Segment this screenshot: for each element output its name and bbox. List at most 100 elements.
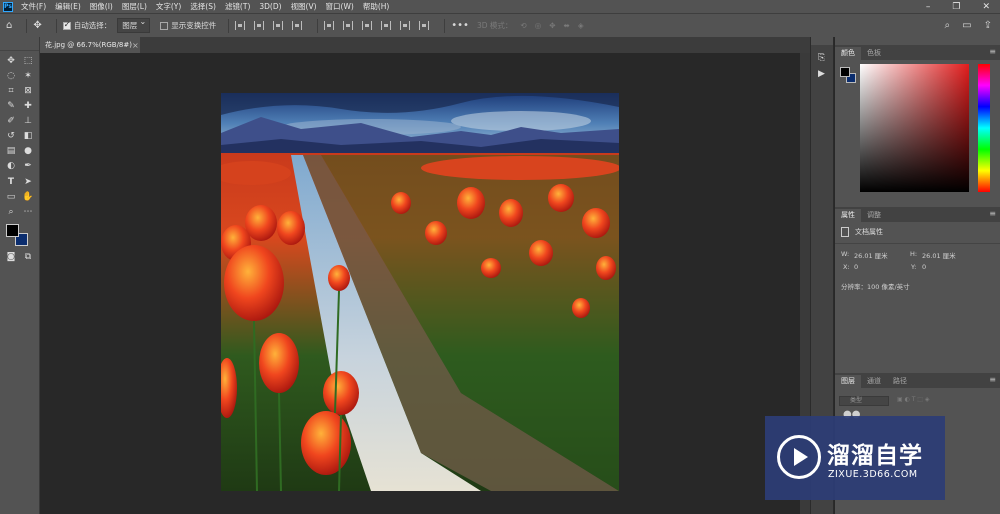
frame-tool-icon[interactable]: ⊠: [21, 85, 35, 98]
height-value[interactable]: 26.01 厘米: [922, 250, 956, 260]
maximize-button[interactable]: ❐: [952, 2, 960, 12]
y-value[interactable]: 0: [922, 263, 926, 271]
align-left-icon[interactable]: [235, 21, 246, 30]
divider: [835, 243, 1000, 244]
eraser-tool-icon[interactable]: ◧: [21, 130, 35, 143]
distribute-top-icon[interactable]: [381, 21, 392, 30]
tab-layers[interactable]: 图层: [835, 375, 861, 388]
align-center-icon[interactable]: [254, 21, 265, 30]
tulip-field-image[interactable]: [221, 93, 619, 491]
distribute-center-icon[interactable]: [343, 21, 354, 30]
panel-menu-icon[interactable]: ≡: [989, 375, 996, 384]
lasso-tool-icon[interactable]: ◌: [4, 70, 18, 83]
divider: [317, 18, 319, 33]
marquee-tool-icon[interactable]: ⬚: [21, 55, 35, 68]
layer-filter-icons[interactable]: ▣ ◐ T ⬚ ◈: [897, 396, 929, 403]
align-right-icon[interactable]: [273, 21, 284, 30]
brush-tool-icon[interactable]: ✐: [4, 115, 18, 128]
distant-tulip-row: [421, 156, 619, 180]
path-selection-tool-icon[interactable]: ➤: [21, 176, 35, 189]
canvas-area[interactable]: [40, 53, 810, 514]
panel-menu-icon[interactable]: ≡: [989, 209, 996, 218]
toolbar-grip[interactable]: [0, 37, 39, 51]
screen-mode-icon[interactable]: ⧉: [21, 251, 35, 264]
auto-select-checkbox[interactable]: [62, 20, 71, 30]
close-window-button[interactable]: ✕: [982, 2, 990, 12]
move-tool-icon[interactable]: ✥: [4, 55, 18, 68]
menu-3d[interactable]: 3D(D): [259, 2, 281, 11]
magic-wand-tool-icon[interactable]: ✶: [21, 70, 35, 83]
menu-filter[interactable]: 滤镜(T): [225, 1, 250, 12]
play-logo-icon: [777, 435, 821, 479]
menu-image[interactable]: 图像(I): [90, 1, 113, 12]
history-brush-tool-icon[interactable]: ↺: [4, 130, 18, 143]
color-picker-field[interactable]: [860, 64, 969, 192]
menu-type[interactable]: 文字(Y): [156, 1, 181, 12]
menu-file[interactable]: 文件(F): [21, 1, 46, 12]
menu-window[interactable]: 窗口(W): [326, 1, 354, 12]
type-tool-icon[interactable]: T: [4, 176, 18, 189]
photoshop-logo-icon: Ps: [3, 1, 13, 12]
zoom-tool-icon[interactable]: ⌕: [4, 206, 18, 219]
distribute-middle-icon[interactable]: [400, 21, 411, 30]
gradient-tool-icon[interactable]: ▤: [4, 145, 18, 158]
share-icon[interactable]: ⇪: [984, 20, 992, 31]
tab-channels[interactable]: 通道: [861, 375, 887, 388]
y-label: Y:: [911, 263, 917, 271]
crop-tool-icon[interactable]: ⌗: [4, 85, 18, 98]
menu-layer[interactable]: 图层(L): [122, 1, 147, 12]
rectangle-tool-icon[interactable]: ▭: [4, 191, 18, 204]
home-icon[interactable]: ⌂: [6, 20, 12, 31]
healing-brush-tool-icon[interactable]: ✚: [21, 100, 35, 113]
tulip: [323, 371, 359, 415]
tab-color[interactable]: 颜色: [835, 47, 861, 60]
menu-bar: Ps 文件(F) 编辑(E) 图像(I) 图层(L) 文字(Y) 选择(S) 滤…: [0, 0, 1000, 13]
hue-slider[interactable]: [978, 64, 990, 192]
minimize-button[interactable]: –: [926, 2, 931, 12]
strip-grip[interactable]: [811, 37, 833, 45]
tab-paths[interactable]: 路径: [887, 375, 913, 388]
distribute-right-icon[interactable]: [362, 21, 373, 30]
x-value[interactable]: 0: [854, 263, 858, 271]
more-tools-icon[interactable]: ⋯: [21, 206, 35, 219]
document-tab[interactable]: 花.jpg @ 66.7%(RGB/8#) ×: [40, 37, 140, 53]
distribute-left-icon[interactable]: [324, 21, 335, 30]
width-value[interactable]: 26.01 厘米: [854, 250, 888, 260]
workspace-icon[interactable]: ▭: [962, 20, 971, 31]
tab-properties[interactable]: 属性: [835, 209, 861, 222]
tab-adjustments[interactable]: 调整: [861, 209, 887, 222]
watermark-title: 溜溜自学: [827, 443, 923, 469]
clone-stamp-tool-icon[interactable]: ⊥: [21, 115, 35, 128]
tab-swatches[interactable]: 色板: [861, 47, 887, 60]
divider: [26, 18, 28, 33]
menu-help[interactable]: 帮助(H): [363, 1, 390, 12]
color-foreground-swatch[interactable]: [840, 67, 850, 77]
layer-filter-search[interactable]: 类型: [839, 396, 889, 406]
history-panel-icon[interactable]: ⎘: [818, 53, 825, 63]
foreground-color-swatch[interactable]: [6, 224, 19, 237]
actions-play-icon[interactable]: ▶: [818, 69, 825, 79]
dodge-tool-icon[interactable]: ◐: [4, 160, 18, 173]
menu-edit[interactable]: 编辑(E): [55, 1, 81, 12]
auto-select-dropdown[interactable]: 图层: [117, 17, 151, 33]
menu-select[interactable]: 选择(S): [190, 1, 216, 12]
panel-menu-icon[interactable]: ≡: [989, 47, 996, 56]
options-bar-right: ⌕ ▭ ⇪: [945, 20, 992, 31]
height-label: H:: [910, 250, 918, 258]
close-tab-icon[interactable]: ×: [132, 41, 139, 50]
menu-view[interactable]: 视图(V): [291, 1, 317, 12]
search-icon[interactable]: ⌕: [945, 20, 951, 31]
tulip-field-artwork: [221, 93, 619, 491]
eyedropper-tool-icon[interactable]: ✎: [4, 100, 18, 113]
show-transform-checkbox[interactable]: [160, 21, 169, 30]
tulip: [596, 256, 616, 280]
pen-tool-icon[interactable]: ✒: [21, 160, 35, 173]
blur-tool-icon[interactable]: ●: [21, 145, 35, 158]
hand-tool-icon[interactable]: ✋: [21, 191, 35, 204]
align-top-icon[interactable]: [292, 21, 303, 30]
distribute-bottom-icon[interactable]: [419, 21, 430, 30]
3d-scale-icon: ◈: [577, 21, 584, 30]
move-tool-icon[interactable]: ✥: [33, 20, 41, 31]
quick-mask-icon[interactable]: ◙: [4, 251, 18, 264]
more-options-icon[interactable]: •••: [451, 20, 469, 31]
